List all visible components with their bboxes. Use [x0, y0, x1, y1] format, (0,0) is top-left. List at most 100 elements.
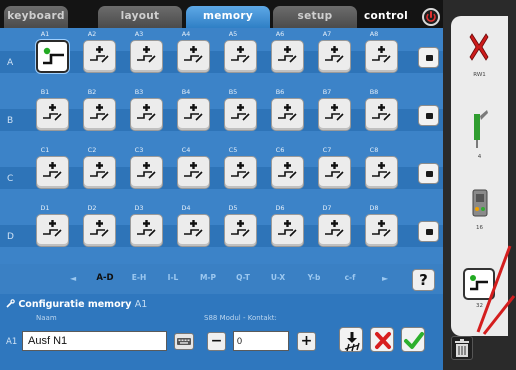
page-button-i-l[interactable]: I-L: [155, 273, 191, 282]
row-more-button[interactable]: [418, 163, 439, 184]
memory-cell-b5[interactable]: [224, 98, 257, 131]
route-icon: [184, 162, 203, 179]
memory-cell-d4[interactable]: [177, 214, 210, 247]
memory-cell-a4[interactable]: [177, 40, 210, 73]
route-icon: [90, 220, 109, 237]
route-icon: [137, 220, 156, 237]
tab-control[interactable]: control: [364, 6, 420, 28]
route-icon: [325, 46, 344, 63]
route-selected-icon: [43, 47, 64, 65]
memory-cell-a5[interactable]: [224, 40, 257, 73]
contact-input[interactable]: [233, 331, 289, 351]
power-icon: [426, 11, 436, 22]
memory-cell-a7[interactable]: [318, 40, 351, 73]
tab-bar: keyboard layout memory setup control: [0, 0, 443, 28]
keyboard-button[interactable]: [174, 333, 194, 350]
memory-cell-a1[interactable]: [36, 40, 69, 73]
double-slip-icon[interactable]: [468, 32, 490, 62]
memory-cell-b4[interactable]: [177, 98, 210, 131]
memory-cell-a6[interactable]: [271, 40, 304, 73]
s88-contact-icon[interactable]: [471, 188, 489, 218]
memory-cell-d1[interactable]: [36, 214, 69, 247]
delete-button[interactable]: [451, 336, 473, 360]
more-icon: [426, 229, 433, 235]
cell-label: A5: [228, 30, 238, 38]
memory-cell-a2[interactable]: [83, 40, 116, 73]
memory-cell-d8[interactable]: [365, 214, 398, 247]
checkmark-icon: [404, 332, 424, 349]
cell-label: A6: [275, 30, 285, 38]
memory-cell-d6[interactable]: [271, 214, 304, 247]
cell-label: D2: [87, 204, 97, 212]
cell-label: A2: [87, 30, 97, 38]
configuration-title: Configuratie memory A1: [6, 299, 147, 310]
sidebar: RW1 4 16 32: [443, 0, 516, 370]
page-button-c-f[interactable]: c-f: [332, 273, 368, 282]
cell-label: A4: [181, 30, 191, 38]
memory-cell-c6[interactable]: [271, 156, 304, 189]
memory-cell-a3[interactable]: [130, 40, 163, 73]
cell-label: C7: [322, 146, 332, 154]
page-button-a-d[interactable]: A-D: [87, 273, 123, 283]
row-more-button[interactable]: [418, 47, 439, 68]
memory-cell-b2[interactable]: [83, 98, 116, 131]
memory-cell-d7[interactable]: [318, 214, 351, 247]
memory-cell-c5[interactable]: [224, 156, 257, 189]
cancel-button[interactable]: [370, 327, 394, 352]
configuration-title-main: nfiguratie memory: [31, 299, 132, 310]
route-icon: [43, 220, 62, 237]
save-to-memory-button[interactable]: [339, 327, 363, 352]
cell-label: B2: [87, 88, 97, 96]
row-more-button[interactable]: [418, 105, 439, 126]
memory-cell-d2[interactable]: [83, 214, 116, 247]
memory-cell-c4[interactable]: [177, 156, 210, 189]
configuration-title-address: A1: [134, 299, 148, 310]
prev-page-button[interactable]: ◄: [70, 274, 76, 283]
tab-keyboard[interactable]: keyboard: [4, 6, 68, 28]
memory-cell-d3[interactable]: [130, 214, 163, 247]
tab-setup[interactable]: setup: [273, 6, 357, 28]
signal-icon[interactable]: [471, 108, 489, 150]
cell-label: B1: [40, 88, 50, 96]
row-more-button[interactable]: [418, 221, 439, 242]
route-icon: [90, 162, 109, 179]
cell-label: A3: [134, 30, 144, 38]
route-icon: [231, 162, 250, 179]
memory-cell-b1[interactable]: [36, 98, 69, 131]
memory-cell-b8[interactable]: [365, 98, 398, 131]
cell-label: D6: [275, 204, 285, 212]
page-button-m-p[interactable]: M-P: [190, 273, 226, 282]
memory-cell-c1[interactable]: [36, 156, 69, 189]
page-button-q-t[interactable]: Q-T: [225, 273, 261, 282]
contact-increment-button[interactable]: +: [297, 332, 316, 351]
page-button-u-x[interactable]: U-X: [260, 273, 296, 282]
memory-cell-c7[interactable]: [318, 156, 351, 189]
memory-cell-c2[interactable]: [83, 156, 116, 189]
more-icon: [426, 113, 433, 119]
memory-cell-b3[interactable]: [130, 98, 163, 131]
route-icon: [137, 162, 156, 179]
tab-layout[interactable]: layout: [98, 6, 182, 28]
next-page-button[interactable]: ►: [382, 274, 388, 283]
page-navigation: ◄ A-D E-H I-L M-P Q-T U-X Y-b c-f ► ?: [0, 264, 443, 294]
memory-cell-b6[interactable]: [271, 98, 304, 131]
name-input[interactable]: [22, 331, 167, 351]
route-icon: [90, 46, 109, 63]
memory-cell-b7[interactable]: [318, 98, 351, 131]
contact-decrement-button[interactable]: −: [207, 332, 226, 351]
accept-button[interactable]: [401, 327, 425, 352]
page-button-y-b[interactable]: Y-b: [296, 273, 332, 282]
memory-cell-a8[interactable]: [365, 40, 398, 73]
memory-cell-d5[interactable]: [224, 214, 257, 247]
memory-cell-c8[interactable]: [365, 156, 398, 189]
memory-cell-c3[interactable]: [130, 156, 163, 189]
help-button[interactable]: ?: [412, 269, 435, 291]
tab-memory[interactable]: memory: [186, 6, 270, 28]
sidebar-item-label: RW1: [473, 72, 486, 78]
route-icon: [231, 220, 250, 237]
page-button-e-h[interactable]: E-H: [121, 273, 157, 282]
cell-label: A8: [369, 30, 379, 38]
keyboard-icon: [177, 338, 191, 345]
power-button[interactable]: [422, 8, 440, 26]
name-label: Naam: [36, 314, 57, 322]
